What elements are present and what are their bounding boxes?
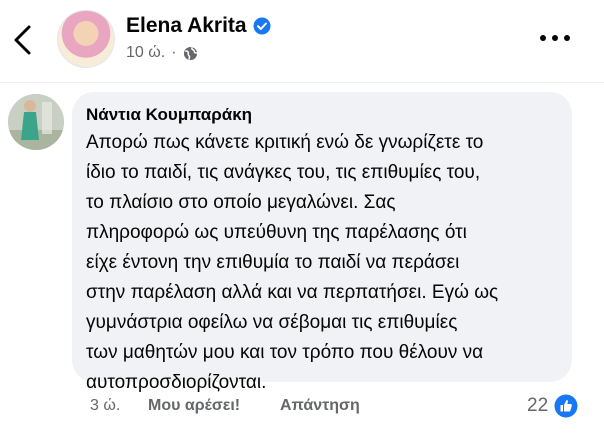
author-name[interactable]: Elena Akrita xyxy=(126,14,247,38)
author-line: Elena Akrita xyxy=(126,14,271,38)
comment-line: γυμνάστρια οφείλω να σέβομαι τις επιθυμί… xyxy=(86,312,458,333)
post-header: Elena Akrita 10 ώ. · xyxy=(0,0,604,78)
post-time[interactable]: 10 ώ. xyxy=(126,44,165,62)
reaction-count[interactable]: 22 xyxy=(527,395,548,417)
comment-bubble: Νάντια Κουμπαράκη Απορώ πως κάνετε κριτι… xyxy=(72,92,572,393)
header-divider xyxy=(0,82,604,83)
commenter-avatar[interactable] xyxy=(8,94,64,150)
verified-badge-icon xyxy=(253,17,271,35)
comment-actions: 3 ώ. Μου αρέσει! Απάντηση 22 xyxy=(90,394,590,420)
post-meta: 10 ώ. · xyxy=(126,44,198,62)
comment-line: είχε έντονη την επιθυμία το παιδί να περ… xyxy=(86,252,460,273)
comment-line: πληροφορώ ως υπεύθυνη της παρέλασης ότι xyxy=(86,222,467,243)
more-dots-icon[interactable] xyxy=(538,30,572,46)
globe-icon xyxy=(183,46,197,60)
comment-line: το πλαίσιο στο οποίο μεγαλώνει. Σας xyxy=(86,192,396,213)
comment-line: ίδιο το παιδί, τις ανάγκες του, τις επιθ… xyxy=(86,162,481,183)
author-avatar[interactable] xyxy=(57,10,115,68)
thumbs-up-icon[interactable] xyxy=(554,394,578,418)
reply-button[interactable]: Απάντηση xyxy=(280,397,360,415)
like-button[interactable]: Μου αρέσει! xyxy=(148,397,240,415)
comment-line: Απορώ πως κάνετε κριτική ενώ δε γνωρίζετ… xyxy=(86,132,484,153)
comment-time[interactable]: 3 ώ. xyxy=(90,397,120,415)
comment-line: στην παρέλαση αλλά και να περπατήσει. Εγ… xyxy=(86,282,499,303)
comment-text: Απορώ πως κάνετε κριτική ενώ δε γνωρίζετ… xyxy=(86,128,556,398)
commenter-photo xyxy=(8,94,64,150)
meta-separator: · xyxy=(171,44,177,61)
comment-line: των μαθητών μου και τον τρόπο που θέλουν… xyxy=(86,342,484,363)
chevron-left-icon[interactable] xyxy=(10,24,36,56)
commenter-name[interactable]: Νάντια Κουμπαράκη xyxy=(86,104,556,126)
